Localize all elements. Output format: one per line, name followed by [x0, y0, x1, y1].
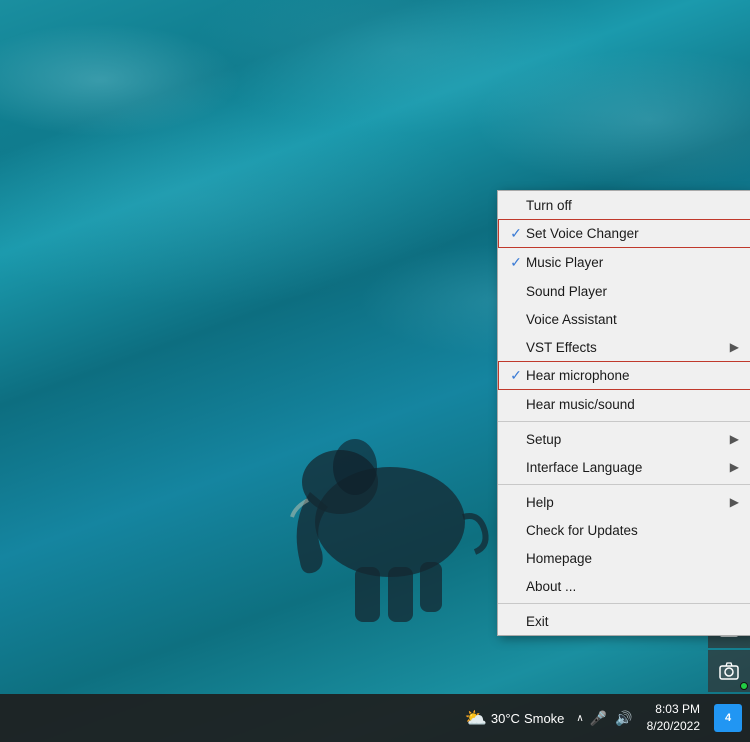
menu-label-turn-off: Turn off — [526, 198, 739, 213]
submenu-arrow-vst-effects: ▶ — [730, 340, 739, 354]
menu-label-set-voice-changer: Set Voice Changer — [526, 226, 739, 241]
menu-label-sound-player: Sound Player — [526, 284, 739, 299]
menu-label-check-for-updates: Check for Updates — [526, 523, 739, 538]
menu-label-hear-microphone: Hear microphone — [526, 368, 739, 383]
context-menu: Turn off✓Set Voice Changer✓Music PlayerS… — [497, 190, 750, 636]
submenu-arrow-interface-language: ▶ — [730, 460, 739, 474]
menu-item-homepage[interactable]: Homepage — [498, 544, 750, 572]
clock-time: 8:03 PM — [647, 701, 700, 718]
weather-condition: Smoke — [524, 711, 564, 726]
volume-tray-icon[interactable]: 🔊 — [613, 708, 634, 729]
notification-badge[interactable]: 4 — [714, 704, 742, 732]
clock[interactable]: 8:03 PM 8/20/2022 — [647, 701, 700, 735]
taskbar: ⛅ 30°C Smoke ∧ 🎤 🔊 8:03 PM 8/20/2022 4 — [0, 694, 750, 742]
elephant-image — [280, 362, 500, 642]
weather-widget[interactable]: ⛅ 30°C Smoke — [464, 708, 564, 729]
menu-item-set-voice-changer[interactable]: ✓Set Voice Changer — [498, 219, 750, 248]
menu-item-help[interactable]: Help▶ — [498, 488, 750, 516]
submenu-arrow-setup: ▶ — [730, 432, 739, 446]
menu-item-about[interactable]: About ... — [498, 572, 750, 600]
clock-date: 8/20/2022 — [647, 718, 700, 735]
menu-label-homepage: Homepage — [526, 551, 739, 566]
menu-item-setup[interactable]: Setup▶ — [498, 425, 750, 453]
menu-item-music-player[interactable]: ✓Music Player — [498, 248, 750, 277]
menu-label-interface-language: Interface Language — [526, 460, 730, 475]
separator-after-hear-music-sound — [498, 421, 750, 422]
menu-item-voice-assistant[interactable]: Voice Assistant — [498, 305, 750, 333]
menu-label-about: About ... — [526, 579, 739, 594]
submenu-arrow-help: ▶ — [730, 495, 739, 509]
tray-expand-arrow[interactable]: ∧ — [576, 713, 583, 724]
tray-icons: ∧ 🎤 🔊 — [576, 708, 634, 729]
weather-temp: 30°C — [491, 711, 520, 726]
mic-tray-icon[interactable]: 🎤 — [588, 708, 609, 729]
system-tray: ⛅ 30°C Smoke ∧ 🎤 🔊 8:03 PM 8/20/2022 4 — [464, 701, 742, 735]
menu-label-hear-music-sound: Hear music/sound — [526, 397, 739, 412]
menu-label-music-player: Music Player — [526, 255, 739, 270]
check-icon-hear-microphone: ✓ — [506, 367, 526, 384]
menu-label-help: Help — [526, 495, 730, 510]
menu-item-interface-language[interactable]: Interface Language▶ — [498, 453, 750, 481]
menu-item-turn-off[interactable]: Turn off — [498, 191, 750, 219]
weather-icon: ⛅ — [464, 708, 486, 729]
menu-label-voice-assistant: Voice Assistant — [526, 312, 739, 327]
menu-item-sound-player[interactable]: Sound Player — [498, 277, 750, 305]
separator-after-interface-language — [498, 484, 750, 485]
menu-item-hear-microphone[interactable]: ✓Hear microphone — [498, 361, 750, 390]
menu-item-check-for-updates[interactable]: Check for Updates — [498, 516, 750, 544]
menu-item-hear-music-sound[interactable]: Hear music/sound — [498, 390, 750, 418]
menu-label-setup: Setup — [526, 432, 730, 447]
separator-after-about — [498, 603, 750, 604]
app3-active-dot — [740, 682, 748, 690]
menu-item-exit[interactable]: Exit — [498, 607, 750, 635]
check-icon-music-player: ✓ — [506, 254, 526, 271]
menu-label-vst-effects: VST Effects — [526, 340, 730, 355]
check-icon-set-voice-changer: ✓ — [506, 225, 526, 242]
menu-item-vst-effects[interactable]: VST Effects▶ — [498, 333, 750, 361]
app3-icon[interactable] — [708, 650, 750, 692]
menu-label-exit: Exit — [526, 614, 739, 629]
